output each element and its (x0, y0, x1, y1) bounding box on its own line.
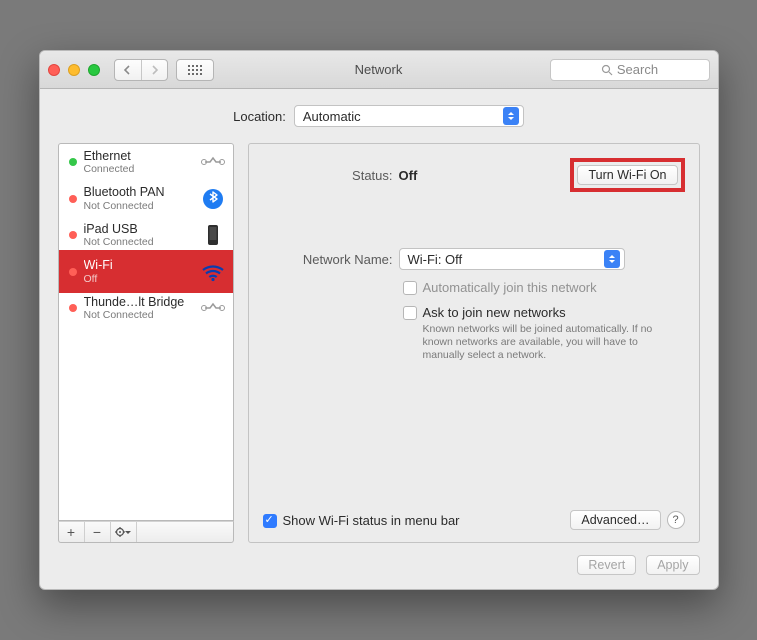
minimize-icon[interactable] (68, 64, 80, 76)
ask-join-row: Ask to join new networks (403, 305, 685, 320)
sidebar-item-sub: Not Connected (84, 200, 194, 212)
show-menubar-label: Show Wi-Fi status in menu bar (283, 513, 460, 528)
sidebar-item-label: Ethernet (84, 149, 194, 163)
services-sidebar: Ethernet Connected Bluetooth PAN Not Con… (58, 143, 234, 543)
detail-pane: Status: Off Turn Wi-Fi On Network Name: … (248, 143, 700, 543)
show-menubar-checkbox[interactable] (263, 514, 277, 528)
sidebar-item-ipad-usb[interactable]: iPad USB Not Connected (59, 217, 233, 253)
sidebar-item-sub: Not Connected (84, 309, 194, 321)
highlight-box: Turn Wi-Fi On (570, 158, 684, 192)
search-placeholder: Search (617, 62, 658, 77)
network-name-label: Network Name: (263, 252, 393, 267)
gear-icon (114, 526, 132, 538)
status-dot-icon (69, 158, 77, 166)
search-icon (601, 64, 613, 76)
forward-button[interactable] (141, 60, 167, 80)
auto-join-checkbox[interactable] (403, 281, 417, 295)
turn-wifi-on-button[interactable]: Turn Wi-Fi On (577, 165, 677, 185)
sidebar-item-label: iPad USB (84, 222, 194, 236)
sidebar-toolbar: + − (58, 521, 234, 543)
chevron-updown-icon (604, 250, 620, 268)
status-value: Off (399, 168, 418, 183)
network-prefs-window: Network Search Location: Automatic (39, 50, 719, 590)
ask-join-checkbox[interactable] (403, 306, 417, 320)
auto-join-row: Automatically join this network (403, 280, 685, 295)
advanced-button[interactable]: Advanced… (570, 510, 660, 530)
window-controls (48, 64, 100, 76)
actions-menu-button[interactable] (111, 522, 137, 542)
ask-join-label: Ask to join new networks (423, 305, 566, 320)
titlebar: Network Search (40, 51, 718, 89)
network-name-value: Wi-Fi: Off (408, 252, 463, 267)
status-dot-icon (69, 304, 77, 312)
help-button[interactable]: ? (667, 511, 685, 529)
search-input[interactable]: Search (550, 59, 710, 81)
zoom-icon[interactable] (88, 64, 100, 76)
network-name-select[interactable]: Wi-Fi: Off (399, 248, 625, 270)
sidebar-item-sub: Connected (84, 163, 194, 175)
sidebar-item-bluetooth-pan[interactable]: Bluetooth PAN Not Connected (59, 180, 233, 216)
ethernet-icon (201, 296, 225, 320)
location-label: Location: (233, 109, 286, 124)
chevron-updown-icon (503, 107, 519, 125)
remove-service-button[interactable]: − (85, 522, 111, 542)
bluetooth-icon (201, 187, 225, 211)
sidebar-item-thunderbolt-bridge[interactable]: Thunde…lt Bridge Not Connected (59, 290, 233, 326)
sidebar-item-ethernet[interactable]: Ethernet Connected (59, 144, 233, 180)
sidebar-item-sub: Not Connected (84, 236, 194, 248)
sidebar-item-label: Bluetooth PAN (84, 185, 194, 199)
add-service-button[interactable]: + (59, 522, 85, 542)
device-icon (201, 223, 225, 247)
nav-back-forward (114, 59, 168, 81)
revert-button[interactable]: Revert (577, 555, 636, 575)
location-value: Automatic (303, 109, 361, 124)
wifi-icon (201, 260, 225, 284)
ethernet-icon (201, 150, 225, 174)
status-dot-icon (69, 195, 77, 203)
sidebar-item-label: Wi-Fi (84, 258, 194, 272)
close-icon[interactable] (48, 64, 60, 76)
services-list: Ethernet Connected Bluetooth PAN Not Con… (58, 143, 234, 521)
status-dot-icon (69, 231, 77, 239)
back-button[interactable] (115, 60, 141, 80)
sidebar-item-wifi[interactable]: Wi-Fi Off (59, 253, 233, 289)
status-label: Status: (263, 168, 393, 183)
status-dot-icon (69, 268, 77, 276)
location-row: Location: Automatic (58, 105, 700, 127)
show-all-button[interactable] (176, 59, 214, 81)
ask-join-description: Known networks will be joined automatica… (423, 323, 657, 362)
sidebar-item-sub: Off (84, 273, 194, 285)
apply-button[interactable]: Apply (646, 555, 699, 575)
location-select[interactable]: Automatic (294, 105, 524, 127)
sidebar-item-label: Thunde…lt Bridge (84, 295, 194, 309)
footer: Revert Apply (58, 555, 700, 575)
auto-join-label: Automatically join this network (423, 280, 597, 295)
